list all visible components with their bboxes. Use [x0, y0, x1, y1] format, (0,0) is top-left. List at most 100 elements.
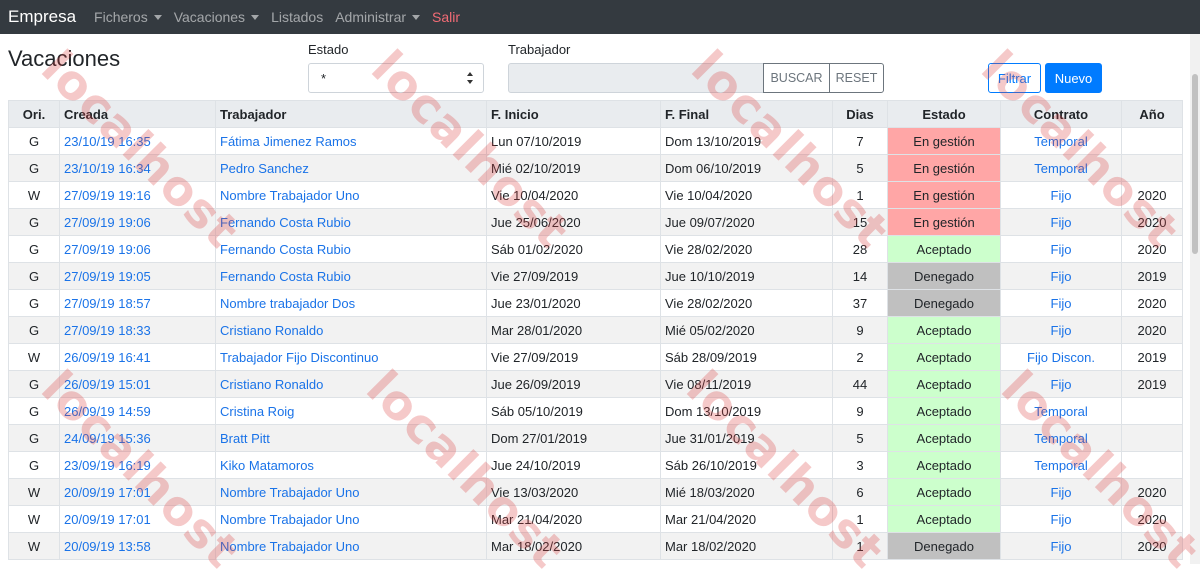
table-row[interactable]: G 26/09/19 14:59 Cristina Roig Sáb 05/10/20…	[8, 397, 1183, 425]
filtrar-button[interactable]: Filtrar	[988, 63, 1041, 93]
nav-ficheros[interactable]: Ficheros	[94, 9, 162, 25]
contrato-link[interactable]: Fijo	[1051, 242, 1072, 257]
trabajador-link[interactable]: Cristiano Ronaldo	[220, 377, 323, 392]
header-estado[interactable]: Estado	[887, 100, 1001, 128]
header-dias[interactable]: Dias	[832, 100, 888, 128]
header-ori[interactable]: Ori.	[8, 100, 60, 128]
creada-link[interactable]: 26/09/19 15:01	[64, 377, 151, 392]
contrato-link[interactable]: Temporal	[1034, 431, 1087, 446]
creada-link[interactable]: 27/09/19 18:33	[64, 323, 151, 338]
final-cell: Vie 28/02/2020	[660, 289, 833, 317]
trabajador-link[interactable]: Fernando Costa Rubio	[220, 215, 351, 230]
final-cell: Vie 28/02/2020	[660, 235, 833, 263]
buscar-button[interactable]: BUSCAR	[763, 63, 830, 93]
contrato-link[interactable]: Fijo	[1051, 485, 1072, 500]
table-row[interactable]: G 23/09/19 16:19 Kiko Matamoros Jue 24/10/2…	[8, 451, 1183, 479]
table-row[interactable]: W 27/09/19 19:16 Nombre Trabajador Uno Vie …	[8, 181, 1183, 209]
header-creada[interactable]: Creada	[59, 100, 216, 128]
nav-vacaciones[interactable]: Vacaciones	[174, 9, 260, 25]
trabajador-link[interactable]: Cristina Roig	[220, 404, 294, 419]
contrato-link[interactable]: Fijo	[1051, 296, 1072, 311]
nav-administrar[interactable]: Administrar	[335, 9, 421, 25]
vertical-scrollbar[interactable]	[1190, 34, 1200, 564]
creada-link[interactable]: 27/09/19 19:05	[64, 269, 151, 284]
trabajador-cell: Bratt Pitt	[215, 424, 487, 452]
contrato-link[interactable]: Fijo	[1051, 539, 1072, 554]
creada-link[interactable]: 23/09/19 16:19	[64, 458, 151, 473]
trabajador-link[interactable]: Fernando Costa Rubio	[220, 242, 351, 257]
trabajador-link[interactable]: Nombre Trabajador Uno	[220, 539, 359, 554]
creada-link[interactable]: 27/09/19 19:06	[64, 215, 151, 230]
header-anio[interactable]: Año	[1121, 100, 1183, 128]
table-row[interactable]: W 20/09/19 13:58 Nombre Trabajador Uno Mar …	[8, 532, 1183, 560]
trabajador-link[interactable]: Nombre Trabajador Uno	[220, 512, 359, 527]
creada-link[interactable]: 23/10/19 16:34	[64, 161, 151, 176]
trabajador-cell: Fernando Costa Rubio	[215, 262, 487, 290]
table-header-row: Ori. Creada Trabajador F. Inicio F. Fina…	[8, 100, 1183, 128]
contrato-link[interactable]: Fijo	[1051, 377, 1072, 392]
creada-link[interactable]: 26/09/19 14:59	[64, 404, 151, 419]
table-row[interactable]: G 23/10/19 16:35 Fátima Jimenez Ramos Lun 0…	[8, 127, 1183, 155]
table-row[interactable]: G 26/09/19 15:01 Cristiano Ronaldo Jue 26/0…	[8, 370, 1183, 398]
creada-link[interactable]: 27/09/19 19:06	[64, 242, 151, 257]
table-row[interactable]: G 27/09/19 19:06 Fernando Costa Rubio Jue 2…	[8, 208, 1183, 236]
trabajador-link[interactable]: Nombre Trabajador Uno	[220, 485, 359, 500]
table-row[interactable]: G 24/09/19 15:36 Bratt Pitt Dom 27/01/2019 J…	[8, 424, 1183, 452]
contrato-cell: Fijo	[1000, 208, 1122, 236]
trabajador-link[interactable]: Fernando Costa Rubio	[220, 269, 351, 284]
contrato-cell: Fijo	[1000, 181, 1122, 209]
creada-link[interactable]: 27/09/19 18:57	[64, 296, 151, 311]
creada-link[interactable]: 23/10/19 16:35	[64, 134, 151, 149]
contrato-link[interactable]: Fijo	[1051, 188, 1072, 203]
trabajador-link[interactable]: Pedro Sanchez	[220, 161, 309, 176]
trabajador-link[interactable]: Trabajador Fijo Discontinuo	[220, 350, 378, 365]
table-row[interactable]: G 27/09/19 19:06 Fernando Costa Rubio Sáb 0…	[8, 235, 1183, 263]
brand-logo[interactable]: Empresa	[8, 7, 76, 27]
table-row[interactable]: G 23/10/19 16:34 Pedro Sanchez Mié 02/10/20…	[8, 154, 1183, 182]
contrato-link[interactable]: Fijo	[1051, 512, 1072, 527]
table-row[interactable]: W 26/09/19 16:41 Trabajador Fijo Discontin…	[8, 343, 1183, 371]
contrato-link[interactable]: Temporal	[1034, 404, 1087, 419]
anio-cell	[1121, 397, 1183, 425]
trabajador-link[interactable]: Nombre trabajador Dos	[220, 296, 355, 311]
contrato-link[interactable]: Fijo	[1051, 323, 1072, 338]
creada-link[interactable]: 24/09/19 15:36	[64, 431, 151, 446]
contrato-link[interactable]: Fijo	[1051, 215, 1072, 230]
trabajador-link[interactable]: Cristiano Ronaldo	[220, 323, 323, 338]
table-row[interactable]: W 20/09/19 17:01 Nombre Trabajador Uno Mar …	[8, 505, 1183, 533]
trabajador-input[interactable]	[508, 63, 764, 93]
creada-link[interactable]: 27/09/19 19:16	[64, 188, 151, 203]
trabajador-link[interactable]: Nombre Trabajador Uno	[220, 188, 359, 203]
header-final[interactable]: F. Final	[660, 100, 833, 128]
table-row[interactable]: W 20/09/19 17:01 Nombre Trabajador Uno Vie …	[8, 478, 1183, 506]
trabajador-cell: Pedro Sanchez	[215, 154, 487, 182]
header-inicio[interactable]: F. Inicio	[486, 100, 661, 128]
contrato-link[interactable]: Temporal	[1034, 161, 1087, 176]
nav-salir[interactable]: Salir	[432, 9, 460, 25]
creada-link[interactable]: 20/09/19 17:01	[64, 512, 151, 527]
trabajador-link[interactable]: Fátima Jimenez Ramos	[220, 134, 357, 149]
nav-listados[interactable]: Listados	[271, 9, 323, 25]
header-trabajador[interactable]: Trabajador	[215, 100, 487, 128]
dias-cell: 2	[832, 343, 888, 371]
creada-link[interactable]: 20/09/19 13:58	[64, 539, 151, 554]
table-row[interactable]: G 27/09/19 19:05 Fernando Costa Rubio Vie 2…	[8, 262, 1183, 290]
nuevo-button[interactable]: Nuevo	[1045, 63, 1102, 93]
contrato-link[interactable]: Temporal	[1034, 134, 1087, 149]
trabajador-link[interactable]: Kiko Matamoros	[220, 458, 314, 473]
contrato-link[interactable]: Temporal	[1034, 458, 1087, 473]
creada-link[interactable]: 20/09/19 17:01	[64, 485, 151, 500]
table-row[interactable]: G 27/09/19 18:33 Cristiano Ronaldo Mar 28/0…	[8, 316, 1183, 344]
reset-button[interactable]: RESET	[829, 63, 884, 93]
contrato-link[interactable]: Fijo	[1051, 269, 1072, 284]
anio-cell: 2020	[1121, 316, 1183, 344]
creada-link[interactable]: 26/09/19 16:41	[64, 350, 151, 365]
contrato-link[interactable]: Fijo Discon.	[1027, 350, 1095, 365]
anio-cell	[1121, 127, 1183, 155]
trabajador-link[interactable]: Bratt Pitt	[220, 431, 270, 446]
scrollbar-thumb[interactable]	[1192, 74, 1198, 254]
table-row[interactable]: G 27/09/19 18:57 Nombre trabajador Dos Jue …	[8, 289, 1183, 317]
header-contrato[interactable]: Contrato	[1000, 100, 1122, 128]
estado-select[interactable]: *	[308, 63, 484, 93]
anio-cell: 2019	[1121, 343, 1183, 371]
